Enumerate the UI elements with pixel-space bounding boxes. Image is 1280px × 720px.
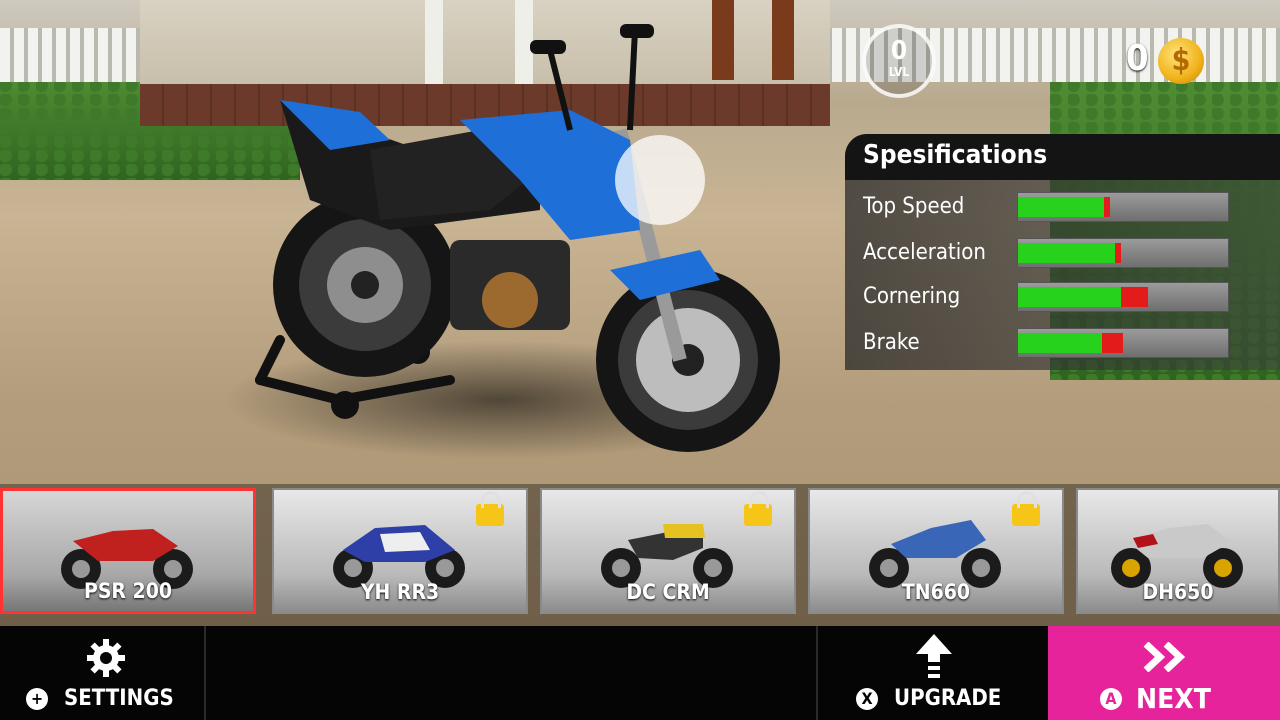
divider: [204, 626, 206, 720]
bike-name: PSR 200: [83, 579, 172, 603]
a-key-icon: A: [1100, 688, 1122, 710]
bike-name: YH RR3: [360, 580, 440, 604]
next-label: NEXT: [1136, 682, 1211, 715]
spec-bar-value: [1018, 197, 1105, 217]
bike-name: DH650: [1142, 580, 1214, 604]
bike-card-psr-200[interactable]: PSR 200: [0, 488, 256, 614]
spec-row-acceleration: Acceleration: [863, 236, 1263, 270]
bike-thumbnail: [1111, 524, 1243, 588]
spec-bar-value: [1018, 287, 1121, 307]
bike-card-dh650[interactable]: DH650: [1076, 488, 1280, 614]
level-value: 0: [890, 36, 908, 66]
specifications-title: Spesifications: [863, 140, 1048, 170]
spec-label: Cornering: [863, 284, 961, 309]
bike-card-yh-rr3[interactable]: YH RR3: [272, 488, 528, 614]
bike-name: TN660: [901, 580, 971, 604]
front-wheel: [596, 268, 780, 452]
lock-icon: [1012, 491, 1040, 526]
spec-row-brake: Brake: [863, 326, 1263, 360]
x-key-icon: X: [856, 688, 878, 710]
bike-card-tn660[interactable]: TN660: [808, 488, 1064, 614]
upgrade-label: UPGRADE: [894, 686, 1002, 711]
coin-icon: $: [1158, 38, 1204, 84]
main-bike-illustration: [255, 24, 780, 452]
settings-button[interactable]: + SETTINGS: [0, 626, 204, 720]
bike-card-dc-crm[interactable]: DC CRM: [540, 488, 796, 614]
spec-label: Top Speed: [863, 194, 965, 219]
lock-icon: [744, 491, 772, 526]
bike-thumbnail: [333, 525, 465, 588]
gear-icon: [87, 639, 125, 677]
next-button[interactable]: A NEXT: [1048, 626, 1280, 720]
bike-thumbnail: [601, 524, 733, 588]
settings-label: SETTINGS: [64, 686, 174, 711]
spec-bar: [1017, 282, 1229, 312]
upgrade-button[interactable]: X UPGRADE: [818, 626, 1048, 720]
spec-label: Brake: [863, 330, 920, 355]
spec-bar: [1017, 238, 1229, 268]
level-label: LVL: [888, 65, 910, 79]
specifications-panel: Spesifications Top Speed Acceleration Co…: [845, 134, 1280, 370]
player-level-badge: 0 LVL: [862, 24, 936, 98]
spec-bar: [1017, 192, 1229, 222]
specifications-header: Spesifications: [845, 134, 1280, 180]
bike-thumbnail: [869, 520, 1001, 588]
spec-bar: [1017, 328, 1229, 358]
spec-row-top-speed: Top Speed: [863, 190, 1263, 224]
spec-bar-value: [1018, 333, 1102, 353]
spec-label: Acceleration: [863, 240, 986, 265]
coin-count: 0: [1126, 38, 1149, 79]
plus-key-icon: +: [26, 688, 48, 710]
up-arrow-icon: [916, 634, 952, 678]
double-chevron-icon: [1143, 642, 1186, 672]
spec-row-cornering: Cornering: [863, 280, 1263, 314]
fence-left: [0, 28, 145, 82]
lock-icon: [476, 491, 504, 526]
spec-bar-value: [1018, 243, 1115, 263]
bike-name: DC CRM: [626, 580, 710, 604]
